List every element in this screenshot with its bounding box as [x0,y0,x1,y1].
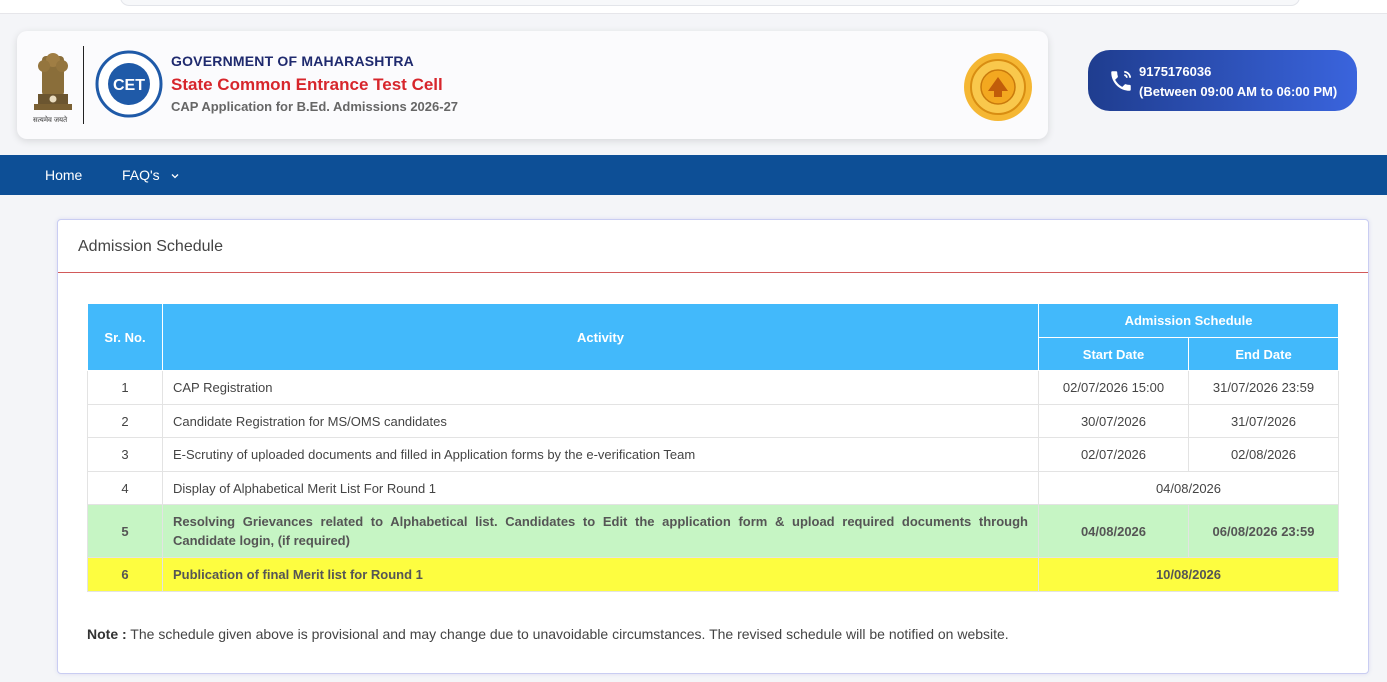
schedule-table: Sr. No. Activity Admission Schedule Star… [87,303,1339,592]
cell-sr: 4 [87,471,163,505]
cell-end: 31/07/2026 [1188,404,1339,438]
col-header-start: Start Date [1038,337,1189,371]
col-header-end: End Date [1188,337,1339,371]
cell-title: State Common Entrance Test Cell [171,75,443,94]
cet-logo-icon: CET [95,50,163,118]
cell-start: 30/07/2026 [1038,404,1189,438]
logo-divider [83,46,84,124]
panel-title: Admission Schedule [78,238,223,255]
cell-activity: Candidate Registration for MS/OMS candid… [162,404,1039,438]
table-row: 3 E-Scrutiny of uploaded documents and f… [87,437,1339,472]
table-row-highlight-green: 5 Resolving Grievances related to Alphab… [87,504,1339,558]
cell-start: 04/08/2026 [1038,504,1189,558]
cell-activity: Resolving Grievances related to Alphabet… [162,504,1039,558]
panel-divider [58,272,1368,273]
col-header-sr: Sr. No. [87,303,163,371]
national-emblem-icon [34,53,72,110]
note-text: The schedule given above is provisional … [126,626,1009,642]
cell-start: 02/07/2026 15:00 [1038,370,1189,405]
helpline-number: 9175176036 [1139,64,1212,79]
top-search-bar[interactable] [120,0,1300,6]
table-row: 1 CAP Registration 02/07/2026 15:00 31/0… [87,370,1339,405]
emblem-motto: सत्यमेव जयते [33,117,68,124]
top-strip [0,0,1387,14]
cell-sr: 3 [87,437,163,472]
cell-end: 02/08/2026 [1188,437,1339,472]
admission-schedule-panel: Admission Schedule Sr. No. Activity Admi… [57,219,1369,674]
col-header-activity: Activity [162,303,1039,371]
cell-sr: 1 [87,370,163,405]
gov-title: GOVERNMENT OF MAHARASHTRA [171,53,414,69]
cell-sr: 6 [87,557,163,592]
cell-date: 10/08/2026 [1038,557,1339,592]
cell-start: 02/07/2026 [1038,437,1189,472]
cell-activity: Display of Alphabetical Merit List For R… [162,471,1039,505]
cell-sr: 2 [87,404,163,438]
helpline-box[interactable]: 9175176036 (Between 09:00 AM to 06:00 PM… [1088,50,1357,111]
schedule-note: Note : The schedule given above is provi… [87,626,1009,642]
maharashtra-seal-icon [964,53,1032,121]
cell-end: 06/08/2026 23:59 [1188,504,1339,558]
cell-end: 31/07/2026 23:59 [1188,370,1339,405]
table-row: 2 Candidate Registration for MS/OMS cand… [87,404,1339,438]
cap-title: CAP Application for B.Ed. Admissions 202… [171,99,459,114]
cet-logo-text: CET [113,77,145,94]
cell-activity: CAP Registration [162,370,1039,405]
nav-faqs-label: FAQ's [122,167,160,183]
cell-activity: Publication of final Merit list for Roun… [162,557,1039,592]
table-row: 4 Display of Alphabetical Merit List For… [87,471,1339,505]
cell-activity: E-Scrutiny of uploaded documents and fil… [162,437,1039,472]
nav-faqs-dropdown[interactable]: FAQ's [122,167,180,183]
chevron-down-icon [171,174,179,179]
col-header-schedule: Admission Schedule [1038,303,1339,338]
helpline-hours: (Between 09:00 AM to 06:00 PM) [1139,84,1338,99]
cell-date: 04/08/2026 [1038,471,1339,505]
cell-sr: 5 [87,504,163,558]
phone-icon [1111,70,1132,91]
main-navbar: Home FAQ's [0,155,1387,195]
note-label: Note : [87,626,127,642]
table-row-highlight-yellow: 6 Publication of final Merit list for Ro… [87,557,1339,592]
nav-home-link[interactable]: Home [45,167,82,183]
